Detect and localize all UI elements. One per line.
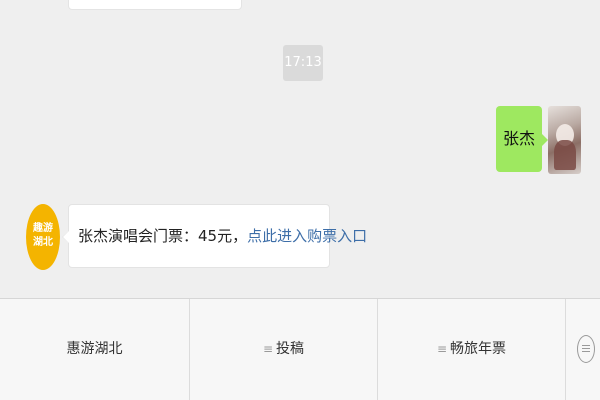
keyboard-toggle-button[interactable] <box>566 299 600 400</box>
menu-item-annual-pass[interactable]: ≡ 畅旅年票 <box>378 299 566 400</box>
previous-message-bubble <box>68 0 242 10</box>
menu-item-label: 畅旅年票 <box>450 341 506 357</box>
incoming-message-text: 张杰演唱会门票：45元， <box>78 227 248 245</box>
menu-item-hui-you-hubei[interactable]: 惠游湖北 <box>0 299 190 400</box>
official-account-avatar[interactable]: 趣游 湖北 <box>26 204 60 270</box>
hamburger-icon: ≡ <box>437 342 448 356</box>
incoming-message-bubble: 张杰演唱会门票：45元，点此进入购票入口 <box>62 204 367 268</box>
outgoing-message-bubble[interactable]: 张杰 <box>496 106 548 172</box>
ticket-purchase-link[interactable]: 点此进入购票入口 <box>247 227 367 245</box>
hamburger-icon: ≡ <box>263 342 274 356</box>
official-avatar-text-2: 湖北 <box>33 237 53 248</box>
bottom-menu-bar: 惠游湖北 ≡ 投稿 ≡ 畅旅年票 <box>0 298 600 400</box>
menu-item-label: 投稿 <box>276 341 304 357</box>
menu-item-label: 惠游湖北 <box>66 341 123 357</box>
keyboard-toggle-icon <box>577 335 595 363</box>
user-avatar[interactable] <box>548 106 581 174</box>
chat-area: 17:13 张杰 趣游 湖北 张杰演唱会门票：45元，点此进入购票入口 <box>0 0 600 298</box>
outgoing-message-text: 张杰 <box>502 129 535 148</box>
message-timestamp: 17:13 <box>283 45 323 81</box>
menu-item-submit[interactable]: ≡ 投稿 <box>190 299 378 400</box>
official-avatar-text-1: 趣游 <box>33 223 53 234</box>
